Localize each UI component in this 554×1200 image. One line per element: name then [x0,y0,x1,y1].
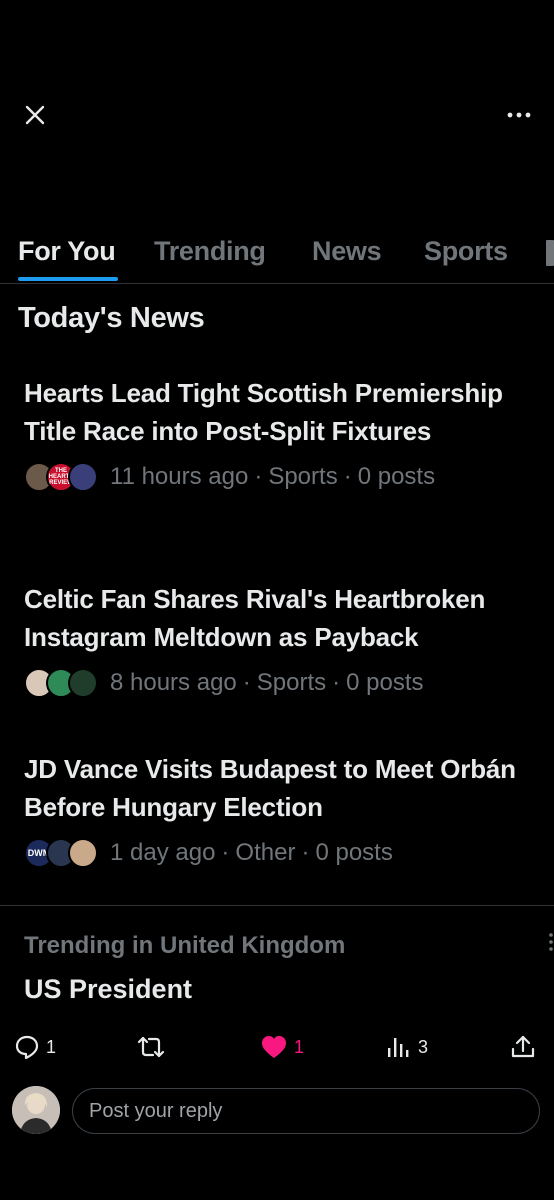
views-count: 3 [418,1036,429,1057]
close-icon [25,105,45,125]
heart-icon [262,1036,286,1058]
meta-separator: · [221,839,230,866]
story-post-count: 0 posts [357,463,436,490]
news-story[interactable]: JD Vance Visits Budapest to Meet Orbán B… [24,750,544,870]
reply-count: 1 [46,1036,57,1057]
trend-more-icon[interactable] [548,932,554,952]
tab-news[interactable]: News [312,236,382,267]
explore-screen: For You Trending News Sports Today's New… [0,0,554,1200]
more-options-button[interactable] [504,100,534,130]
close-button[interactable] [20,100,50,130]
reply-button[interactable]: 1 [14,1034,56,1060]
tab-for-you[interactable]: For You [18,236,116,267]
story-time: 11 hours ago [110,463,249,490]
news-story[interactable]: Celtic Fan Shares Rival's Heartbroken In… [24,580,544,700]
tab-overflow-edge [546,240,554,266]
story-post-count: 0 posts [346,669,424,696]
meta-separator: · [343,463,352,490]
meta-separator: · [332,669,341,696]
story-time: 1 day ago [110,839,216,866]
meta-separator: · [254,463,263,490]
story-category: Sports [256,669,327,696]
divider [0,905,554,906]
avatar[interactable] [12,1086,60,1134]
avatar [68,838,98,868]
repost-button[interactable] [136,1034,172,1060]
share-button[interactable] [510,1034,536,1060]
views-icon [388,1038,409,1057]
share-icon [511,1035,535,1058]
story-title: JD Vance Visits Budapest to Meet Orbán B… [24,754,516,822]
top-bar [0,96,554,132]
meta-separator: · [242,669,251,696]
story-meta: DWM 1 day ago · Other · 0 posts [24,836,544,870]
story-meta: THE HEARTS REVIEW 11 hours ago · Sports … [24,460,544,494]
news-story[interactable]: Hearts Lead Tight Scottish Premiership T… [24,374,544,494]
avatar [68,462,98,492]
trend-context: Trending in United Kingdom [24,932,346,959]
story-avatars: DWM [24,838,98,868]
views-button[interactable]: 3 [386,1034,428,1060]
reply-icon [15,1035,39,1060]
story-category: Sports [268,463,338,490]
story-category: Other [235,839,296,866]
story-avatars: THE HEARTS REVIEW [24,462,98,492]
story-meta: 8 hours ago · Sports · 0 posts [24,666,544,700]
story-avatars [24,668,98,698]
more-horizontal-icon [507,112,531,118]
avatar [68,668,98,698]
reply-bar: Post your reply [0,1086,554,1136]
section-title: Today's News [18,302,205,334]
tab-sports[interactable]: Sports [424,236,508,267]
story-title: Celtic Fan Shares Rival's Heartbroken In… [24,584,486,652]
meta-separator: · [301,839,310,866]
story-title: Hearts Lead Tight Scottish Premiership T… [24,378,503,446]
reply-input[interactable]: Post your reply [72,1088,540,1134]
repost-icon [137,1036,165,1058]
trend-name[interactable]: US President [24,974,192,1005]
tab-trending[interactable]: Trending [154,236,266,267]
story-time: 8 hours ago [110,669,237,696]
tab-bar: For You Trending News Sports [0,230,554,284]
like-button[interactable]: 1 [260,1034,304,1060]
like-count: 1 [294,1036,305,1057]
active-tab-indicator [18,277,118,281]
post-actions: 1 1 3 [0,1028,554,1068]
story-post-count: 0 posts [315,839,393,866]
